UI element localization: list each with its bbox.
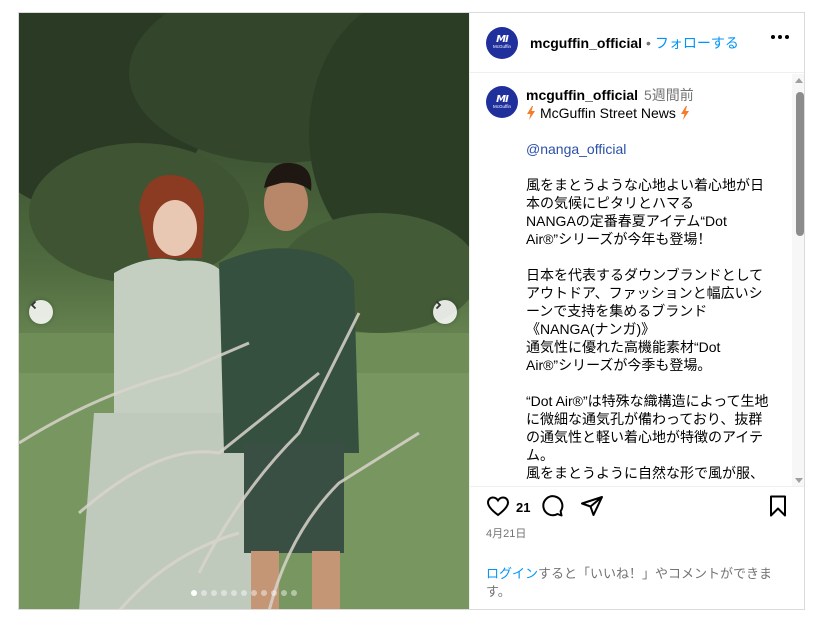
caption-header: mcguffin_official 5週間前 (526, 86, 694, 104)
lightning-icon (680, 106, 689, 120)
caption-line: の通気性と軽い着心地が特徴のアイテ (526, 429, 764, 445)
caption-avatar[interactable]: MI McGuffin (486, 86, 518, 118)
share-icon (581, 496, 603, 516)
caption-line: に微細な通気孔が備わっており、抜群 (526, 411, 763, 427)
caption-line: ーンで支持を集めるブランド (526, 303, 708, 319)
caption-line: 本の気候にピタリとハマる (526, 195, 694, 211)
carousel-prev-button[interactable] (29, 300, 53, 324)
lightning-icon (527, 106, 535, 120)
carousel-dot (281, 590, 287, 596)
login-link[interactable]: ログイン (486, 566, 538, 581)
caption-time-ago: 5週間前 (644, 87, 694, 103)
carousel-dot (211, 590, 217, 596)
chevron-right-icon (435, 300, 442, 310)
save-button[interactable] (766, 494, 790, 523)
more-options-button[interactable] (771, 35, 789, 39)
comment-icon (542, 495, 564, 517)
carousel-dot (201, 590, 207, 596)
heart-icon (486, 496, 510, 517)
bookmark-icon (770, 495, 786, 517)
comment-button[interactable] (540, 494, 564, 523)
post-side-panel: MI McGuffin mcguffin_official • フォローする M… (469, 13, 804, 609)
avatar-logo-mark: MI (496, 34, 509, 45)
caption-line: 《NANGA(ナンガ)》 (526, 321, 656, 337)
caption-title: McGuffin Street News (526, 104, 784, 122)
carousel-indicator (19, 590, 469, 596)
caption-line: Air®”シリーズが今年も登場！ (526, 231, 712, 247)
caption-scrollbar[interactable] (792, 74, 804, 486)
carousel-dot (231, 590, 237, 596)
carousel-dot (221, 590, 227, 596)
carousel-dot (191, 590, 197, 596)
avatar[interactable]: MI McGuffin (486, 26, 518, 59)
post-username[interactable]: mcguffin_official (530, 35, 642, 51)
caption-area[interactable]: MI McGuffin mcguffin_official 5週間前 McGuff… (470, 74, 804, 487)
instagram-post: MI McGuffin mcguffin_official • フォローする M… (18, 12, 805, 610)
mention-link[interactable]: @nanga_official (526, 141, 626, 157)
carousel-dot (261, 590, 267, 596)
login-prompt: ログインすると「いいね！」やコメントができます。 (486, 565, 786, 601)
caption-text: McGuffin Street News @nanga_official 風をま… (526, 104, 784, 482)
more-horizontal-icon (771, 35, 775, 39)
scroll-down-arrow[interactable] (795, 478, 803, 483)
caption-line: 通気性に優れた高機能素材“Dot (526, 339, 721, 355)
caption-line: アウトドア、ファッションと幅広いシ (526, 285, 763, 301)
caption-line: 風をまとうように自然な形で風が服、 (526, 465, 764, 481)
carousel-dot (271, 590, 277, 596)
like-button[interactable] (486, 494, 510, 523)
caption-paragraph-1: 風をまとうような心地よい着心地が日 本の気候にピタリとハマる NANGAの定番春夏ア… (526, 176, 784, 248)
follow-button[interactable]: フォローする (655, 33, 739, 53)
caption-paragraph-2: 日本を代表するダウンブランドとして アウトドア、ファッションと幅広いシ ーンで支持を… (526, 266, 784, 374)
avatar-brand: McGuffin (493, 44, 511, 49)
caption-username[interactable]: mcguffin_official (526, 87, 638, 103)
carousel-next-button[interactable] (433, 300, 457, 324)
carousel-dot (251, 590, 257, 596)
carousel-dot (291, 590, 297, 596)
caption-line: 日本を代表するダウンブランドとして (526, 267, 764, 283)
caption-paragraph-3: “Dot Air®”は特殊な織構造によって生地 に微細な通気孔が備わっており、抜群… (526, 392, 784, 482)
caption-line: ム。 (526, 447, 554, 463)
scroll-thumb[interactable] (796, 92, 804, 236)
post-header: MI McGuffin mcguffin_official • フォローする (470, 13, 804, 73)
carousel-dot (241, 590, 247, 596)
like-count[interactable]: 21 (516, 500, 530, 515)
chevron-left-icon (30, 300, 37, 310)
post-date: 4月21日 (486, 528, 527, 540)
photo-illustration (19, 13, 469, 609)
post-photo[interactable] (19, 13, 469, 609)
caption-line: “Dot Air®”は特殊な織構造によって生地 (526, 393, 769, 409)
header-separator: • (646, 34, 651, 51)
action-bar: 21 (470, 488, 804, 528)
share-button[interactable] (580, 494, 604, 523)
caption-line: NANGAの定番春夏アイテム“Dot (526, 213, 727, 229)
scroll-up-arrow[interactable] (795, 78, 803, 83)
caption-line: 風をまとうような心地よい着心地が日 (526, 177, 764, 193)
caption-line: Air®”シリーズが今季も登場。 (526, 357, 712, 373)
